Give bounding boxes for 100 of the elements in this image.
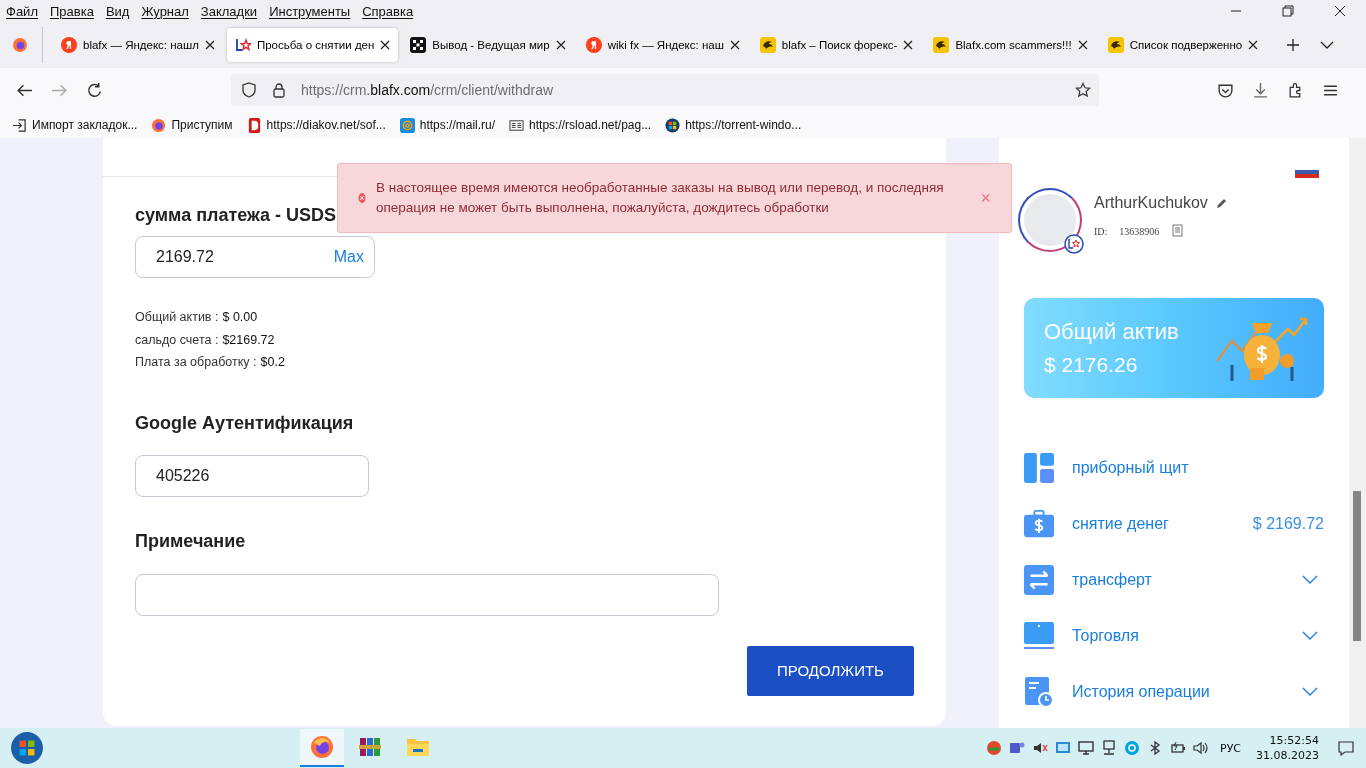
pocket-icon[interactable] — [1217, 81, 1234, 99]
tab-title: Вывод - Ведущая мир — [432, 39, 550, 51]
note-heading: Примечание — [135, 529, 246, 552]
bird-logo-icon — [933, 37, 950, 53]
alert-message: В настоящее время имеются необработанные заказы на вывод или перевод, и последняя операция не может быть выполнена, пожалуйста, дождитесь обработки — [376, 179, 945, 217]
browser-tab[interactable]: Список подверженно — [1099, 28, 1267, 62]
history-clock-icon — [1024, 677, 1054, 707]
browser-tab[interactable]: blafx — Яндекс: нашл — [53, 28, 223, 62]
checker-logo-icon — [410, 37, 427, 53]
summary-value: $0.2 — [260, 355, 285, 371]
monitor-tray-icon[interactable] — [1055, 740, 1071, 756]
continue-button[interactable]: ПРОДОЛЖИТЬ — [747, 645, 914, 696]
close-icon[interactable] — [380, 40, 391, 50]
restore-icon[interactable] — [1282, 5, 1294, 17]
bookmark-item[interactable]: https://rsload.net/pag... — [509, 117, 652, 133]
notification-icon[interactable] — [1338, 740, 1354, 756]
close-icon[interactable] — [1077, 40, 1088, 50]
speaker-muted-icon[interactable] — [1032, 740, 1048, 756]
dashboard-icon — [1024, 453, 1054, 483]
asset-amount: $ 2176.26 — [1044, 353, 1139, 377]
transfer-arrows-icon — [1024, 565, 1054, 595]
yandex-logo-icon — [61, 37, 77, 53]
tab-title: Просьба о снятии ден — [256, 39, 375, 51]
pencil-icon[interactable] — [1215, 197, 1228, 209]
taskbar-app[interactable] — [300, 729, 344, 767]
clock-date[interactable]: 31.08.2023 — [1256, 748, 1319, 763]
volume-icon[interactable] — [1193, 740, 1209, 756]
import-icon — [12, 117, 27, 133]
star-icon[interactable] — [1075, 82, 1091, 98]
lock-icon — [271, 82, 287, 98]
browser-tab[interactable]: Blafx.com scammers!!! — [925, 28, 1096, 62]
download-icon[interactable] — [1252, 81, 1269, 99]
close-icon[interactable] — [1334, 5, 1346, 17]
sidebar-item[interactable]: снятие денег $ 2169.72 — [1024, 496, 1324, 552]
menu-item[interactable]: Вид — [105, 3, 136, 19]
id-value: 13638906 — [1119, 225, 1160, 237]
menu-item[interactable]: Закладки — [200, 3, 264, 19]
menu-item[interactable]: Инструменты — [269, 3, 357, 19]
amount-field[interactable]: 2169.72 Max — [135, 236, 375, 278]
close-icon[interactable] — [1248, 40, 1259, 50]
clock-time[interactable]: 15:52:54 — [1269, 733, 1319, 748]
bookmark-item[interactable]: https://diakov.net/sof... — [246, 117, 386, 133]
browser-tab[interactable]: Просьба о снятии ден — [226, 28, 399, 62]
amount-heading: сумма платежа - USDS — [135, 204, 337, 226]
bird-logo-icon — [759, 37, 776, 53]
asset-title: Общий актив — [1044, 319, 1180, 345]
menu-item[interactable]: Файл — [6, 3, 44, 19]
username: ArthurKuchukov — [1094, 194, 1208, 212]
browser-tab[interactable]: wiki fx — Яндекс: наш — [577, 28, 748, 62]
error-icon — [358, 192, 366, 204]
max-link[interactable]: Max — [333, 248, 364, 266]
app-tray-icon[interactable] — [986, 740, 1002, 756]
language-indicator[interactable]: РУС — [1220, 741, 1242, 755]
sidebar-item[interactable]: Торговля — [1024, 608, 1324, 664]
bookmark-item[interactable]: Приступим — [151, 117, 233, 133]
at-sign-icon — [399, 117, 415, 133]
note-field[interactable] — [135, 573, 719, 616]
firefox-icon[interactable] — [310, 735, 334, 759]
windows-logo-icon — [665, 117, 681, 133]
menu-item[interactable]: Журнал — [141, 3, 195, 19]
start-button-icon[interactable] — [10, 731, 44, 765]
battery-icon[interactable] — [1170, 740, 1186, 756]
display-icon[interactable] — [1078, 740, 1094, 756]
bookmark-item[interactable]: Импорт закладок... — [12, 117, 138, 133]
skype-tray-icon[interactable] — [1124, 740, 1140, 756]
logo-badge-icon — [1064, 234, 1084, 254]
auth-heading: Google Аутентификация — [135, 411, 354, 434]
bookmark-item[interactable]: https://mail.ru/ — [399, 117, 496, 133]
books-icon[interactable] — [358, 735, 382, 759]
id-label: ID: — [1094, 225, 1108, 237]
sidebar-item[interactable]: История операции — [1024, 664, 1324, 720]
summary-label: Плата за обработку : — [135, 355, 257, 371]
browser-tab[interactable]: Вывод - Ведущая мир — [402, 28, 574, 62]
menu-item[interactable]: Справка — [362, 3, 420, 19]
address-bar[interactable]: https://crm.blafx.com/crm/client/withdraw — [231, 74, 1099, 106]
close-icon[interactable] — [903, 40, 914, 50]
menu-item[interactable]: Правка — [49, 3, 100, 19]
close-icon[interactable] — [729, 40, 740, 50]
tab-title: wiki fx — Яндекс: наш — [607, 39, 724, 51]
withdraw-amount: $ 2169.72 — [1252, 515, 1324, 533]
close-icon[interactable] — [555, 40, 566, 50]
url-text: https://crm.blafx.com/crm/client/withdraw — [301, 82, 554, 98]
close-icon[interactable] — [204, 40, 215, 50]
scrollbar-thumb[interactable] — [1353, 491, 1361, 641]
summary-value: $2169.72 — [222, 332, 275, 349]
bookmark-item[interactable]: https://torrent-windo... — [665, 117, 802, 133]
auth-code-field[interactable]: 405226 — [135, 454, 369, 497]
plus-icon[interactable] — [1286, 38, 1301, 52]
browser-tab[interactable]: blafx – Поиск форекс- — [751, 28, 922, 62]
network-icon[interactable] — [1101, 740, 1117, 756]
firefox-icon — [151, 117, 167, 133]
sidebar-item[interactable]: трансферт — [1024, 552, 1324, 608]
yandex-logo-icon — [585, 37, 602, 53]
firefox-icon[interactable] — [12, 37, 28, 53]
summary-value: $ 0.00 — [222, 310, 258, 326]
wallet-dollar-icon — [1024, 509, 1054, 539]
teams-icon[interactable] — [1009, 740, 1025, 756]
sidebar-item[interactable]: приборный щит — [1024, 440, 1324, 496]
shield-icon — [241, 82, 257, 98]
reload-icon[interactable] — [86, 81, 103, 99]
